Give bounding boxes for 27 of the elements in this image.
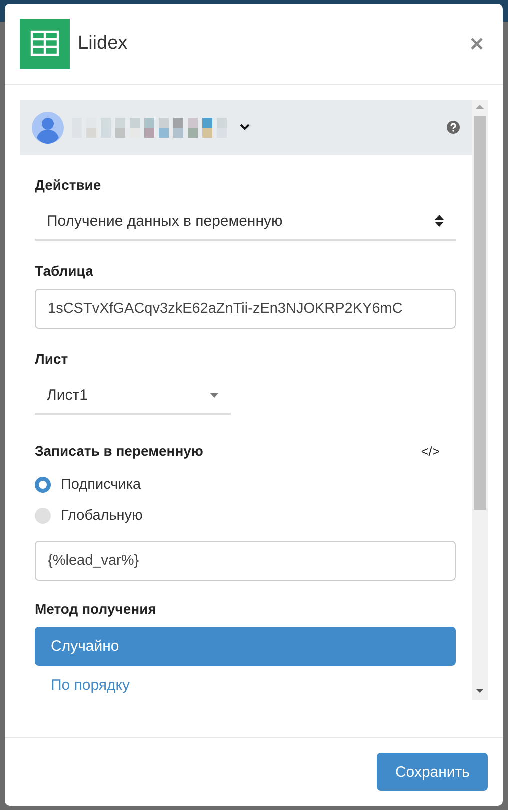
table-id-field[interactable]: 1sCSTvXfGACqv3zkE62aZnTii-zEn3NJOKRP2KY6mC (35, 289, 456, 329)
radio-button[interactable] (35, 508, 51, 524)
account-bar[interactable] (20, 100, 472, 155)
method-option[interactable]: По порядку (35, 666, 456, 700)
field-label: Таблица (35, 263, 94, 279)
variable-field[interactable]: {%lead_var%} (35, 541, 456, 581)
spreadsheet-logo-icon (20, 19, 70, 69)
field-label: Лист (35, 351, 68, 367)
close-button[interactable] (471, 38, 483, 50)
field-label: Действие (35, 177, 102, 193)
field-label: Записать в переменную (35, 443, 204, 459)
avatar-icon (32, 112, 64, 144)
sheet-dropdown[interactable]: Лист1 (35, 377, 231, 415)
dialog-title: Liidex (78, 33, 129, 55)
radio-label: Подписчика (61, 476, 142, 492)
scrollbar[interactable] (472, 100, 488, 700)
action-select[interactable]: Получение данных в переменную (35, 203, 456, 241)
radio-button[interactable] (35, 476, 51, 492)
chevron-icon (240, 124, 250, 131)
help-icon[interactable] (447, 121, 460, 134)
code-toggle[interactable]: </> (421, 444, 440, 458)
sort-icon (435, 215, 444, 227)
caret-icon (210, 392, 219, 398)
field-label: Метод получения (35, 601, 156, 617)
radio-label: Глобальную (61, 508, 143, 524)
save-button[interactable]: Сохранить (377, 753, 488, 791)
method-option[interactable]: Случайно (35, 627, 456, 666)
